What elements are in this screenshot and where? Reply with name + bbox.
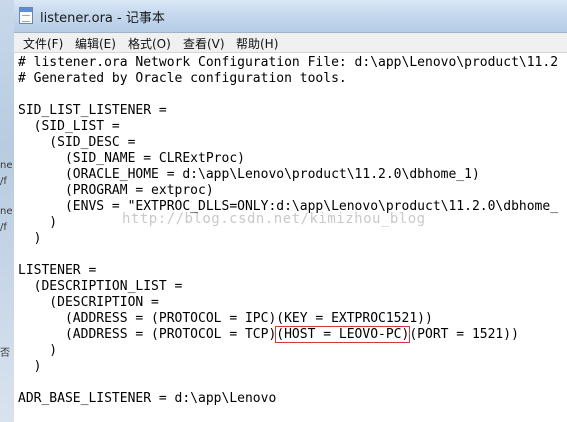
menu-file[interactable]: 文件(F): [21, 35, 65, 52]
menu-bar: 文件(F) 编辑(E) 格式(O) 查看(V) 帮助(H): [14, 33, 567, 53]
code-line: ): [18, 359, 42, 374]
code-line: (ORACLE_HOME = d:\app\Lenovo\product\11.…: [18, 167, 480, 182]
code-line: (ENVS = "EXTPROC_DLLS=ONLY:d:\app\Lenovo…: [18, 199, 559, 214]
code-line-host: (ADDRESS = (PROTOCOL = TCP)(HOST = LEOVO…: [18, 326, 558, 343]
notepad-icon: [19, 7, 33, 24]
editor-content: # listener.ora Network Configuration Fil…: [18, 55, 558, 407]
text-editor[interactable]: http://blog.csdn.net/kimizhou_blog # lis…: [14, 53, 567, 422]
background-text: ne: [0, 160, 13, 171]
window-title: listener.ora - 记事本: [40, 11, 165, 26]
code-line-prefix: (ADDRESS = (PROTOCOL = TCP): [18, 327, 277, 342]
code-line: # listener.ora Network Configuration Fil…: [18, 55, 559, 70]
highlighted-host-setting: (HOST = LEOVO-PC): [275, 326, 411, 343]
code-line: (DESCRIPTION =: [18, 295, 159, 310]
title-bar[interactable]: listener.ora - 记事本: [14, 0, 567, 33]
code-line: ): [18, 231, 42, 246]
background-text: 否: [0, 348, 10, 359]
code-line: ): [18, 343, 58, 358]
code-line: (SID_NAME = CLRExtProc): [18, 151, 245, 166]
code-line: ): [18, 215, 58, 230]
menu-help[interactable]: 帮助(H): [234, 35, 280, 52]
menu-format[interactable]: 格式(O): [126, 35, 173, 52]
background-text: ne: [0, 206, 13, 217]
code-line: SID_LIST_LISTENER =: [18, 103, 167, 118]
code-line: # Generated by Oracle configuration tool…: [18, 71, 347, 86]
code-line: (SID_DESC =: [18, 135, 136, 150]
code-line: (DESCRIPTION_LIST =: [18, 279, 183, 294]
background-text: /f: [0, 222, 7, 233]
background-text: /f: [0, 176, 7, 187]
code-line: (PROGRAM = extproc): [18, 183, 214, 198]
code-line: ADR_BASE_LISTENER = d:\app\Lenovo: [18, 391, 277, 406]
menu-view[interactable]: 查看(V): [181, 35, 227, 52]
code-line-suffix: (PORT = 1521)): [409, 327, 519, 342]
background-window-strip: ne /f ne /f 否: [0, 0, 15, 422]
code-line: LISTENER =: [18, 263, 97, 278]
menu-edit[interactable]: 编辑(E): [73, 35, 118, 52]
code-line: (ADDRESS = (PROTOCOL = IPC)(KEY = EXTPRO…: [18, 311, 433, 326]
code-line: (SID_LIST =: [18, 119, 120, 134]
